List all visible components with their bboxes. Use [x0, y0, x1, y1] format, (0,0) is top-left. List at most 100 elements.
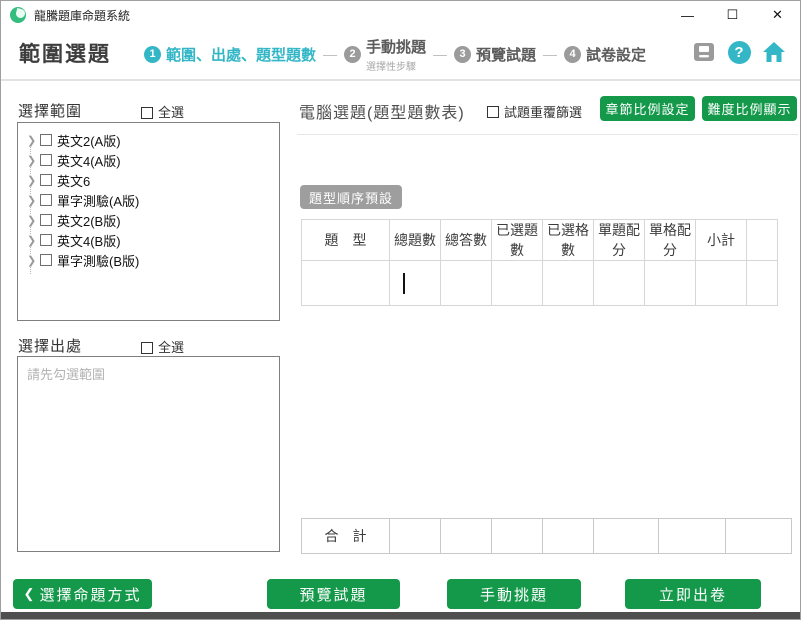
total-cell [659, 519, 726, 554]
step-2-sublabel: 選擇性步驟 [366, 58, 426, 73]
tree-item-label[interactable]: 英文2(A版) [57, 131, 121, 150]
tree-item-eng6[interactable]: ❯ 英文6 [18, 170, 279, 190]
total-answers-cell[interactable] [441, 261, 492, 306]
tree-item-eng4a[interactable]: ❯ 英文4(A版) [18, 150, 279, 170]
step-3-number: 3 [454, 46, 471, 63]
duplicate-filter-label: 試題重覆篩選 [504, 102, 582, 121]
blank-cell [747, 261, 778, 306]
table-header-row: 題 型 總題數 總答數 已選題數 已選格數 單題配分 單格配分 小計 [302, 220, 778, 261]
save-icon[interactable] [692, 40, 716, 64]
question-type-order-button[interactable]: 題型順序預設 [300, 185, 402, 209]
chevron-right-icon[interactable]: ❯ [27, 134, 40, 147]
tree-item-vocab-a[interactable]: ❯ 單字測驗(A版) [18, 190, 279, 210]
tree-item-label[interactable]: 英文6 [57, 171, 90, 190]
column-header-type: 題 型 [302, 220, 390, 261]
totals-table: 合 計 [301, 518, 792, 554]
step-separator: — [543, 46, 557, 62]
source-list-placeholder: 請先勾選範圍 [27, 364, 270, 383]
tree-item-eng2a[interactable]: ❯ 英文2(A版) [18, 130, 279, 150]
range-select-all-checkbox[interactable] [141, 107, 153, 119]
close-button[interactable]: ✕ [755, 1, 800, 29]
column-header-selected-questions: 已選題數 [492, 220, 543, 261]
tree-item-label[interactable]: 單字測驗(A版) [57, 191, 139, 210]
tree-item-label[interactable]: 英文4(A版) [57, 151, 121, 170]
tree-item-checkbox[interactable] [40, 234, 52, 246]
step-separator: — [433, 46, 447, 62]
window-bottom-edge [1, 612, 800, 619]
points-per-blank-cell[interactable] [645, 261, 696, 306]
tree-item-checkbox[interactable] [40, 214, 52, 226]
preview-questions-button[interactable]: 預覽試題 [267, 579, 400, 609]
tree-item-label[interactable]: 單字測驗(B版) [57, 251, 139, 270]
tree-item-checkbox[interactable] [40, 154, 52, 166]
tree-item-checkbox[interactable] [40, 174, 52, 186]
source-list[interactable]: 請先勾選範圍 [17, 356, 280, 552]
total-questions-cell[interactable] [390, 261, 441, 306]
column-header-subtotal: 小計 [696, 220, 747, 261]
home-icon[interactable] [762, 40, 786, 64]
back-button-label: 選擇命題方式 [39, 584, 141, 605]
step-separator: — [323, 46, 337, 62]
tree-item-eng4b[interactable]: ❯ 英文4(B版) [18, 230, 279, 250]
back-button[interactable]: ❮ 選擇命題方式 [13, 579, 152, 609]
total-cell [726, 519, 792, 554]
table-row [302, 261, 778, 306]
chevron-right-icon[interactable]: ❯ [27, 214, 40, 227]
minimize-button[interactable]: — [665, 1, 710, 29]
total-cell [594, 519, 659, 554]
tree-item-vocab-b[interactable]: ❯ 單字測驗(B版) [18, 250, 279, 270]
chapter-ratio-button[interactable]: 章節比例設定 [600, 96, 695, 121]
type-cell[interactable] [302, 261, 390, 306]
duplicate-filter-checkbox[interactable] [487, 106, 499, 118]
tree-item-checkbox[interactable] [40, 254, 52, 266]
step-3-preview[interactable]: 3 預覽試題 [454, 44, 536, 65]
source-section-title: 選擇出處 [18, 335, 82, 356]
duplicate-filter[interactable]: 試題重覆篩選 [487, 102, 582, 121]
step-4-paper-settings[interactable]: 4 試卷設定 [564, 44, 646, 65]
total-cell [492, 519, 543, 554]
tree-item-label[interactable]: 英文2(B版) [57, 211, 121, 230]
source-select-all[interactable]: 全選 [141, 337, 184, 357]
step-2-manual-pick[interactable]: 2 手動挑題 選擇性步驟 [344, 36, 426, 73]
chevron-left-icon: ❮ [24, 586, 35, 602]
step-4-label: 試卷設定 [586, 44, 646, 65]
generate-paper-button[interactable]: 立即出卷 [625, 579, 761, 609]
selected-questions-cell[interactable] [492, 261, 543, 306]
total-cell [441, 519, 492, 554]
help-icon[interactable]: ? [727, 40, 751, 64]
maximize-button[interactable]: ☐ [710, 1, 755, 29]
header-icons: ? [692, 40, 786, 64]
column-header-selected-blanks: 已選格數 [543, 220, 594, 261]
range-select-all[interactable]: 全選 [141, 102, 184, 122]
points-per-question-cell[interactable] [594, 261, 645, 306]
selected-blanks-cell[interactable] [543, 261, 594, 306]
window-controls: — ☐ ✕ [665, 1, 800, 29]
chevron-right-icon[interactable]: ❯ [27, 234, 40, 247]
total-cell [390, 519, 441, 554]
step-1-label: 範圍、出處、題型題數 [166, 44, 316, 65]
total-cell [543, 519, 594, 554]
chevron-right-icon[interactable]: ❯ [27, 174, 40, 187]
tree-item-label[interactable]: 英文4(B版) [57, 231, 121, 250]
right-panel-divider [297, 134, 798, 135]
computer-selection-heading: 電腦選題(題型題數表) [299, 99, 465, 123]
step-1-range[interactable]: 1 範圍、出處、題型題數 [144, 44, 316, 65]
total-row-label: 合 計 [302, 519, 390, 554]
column-header-points-per-blank: 單格配分 [645, 220, 696, 261]
title-bar: 龍騰題庫命題系統 — ☐ ✕ [1, 1, 800, 29]
subtotal-cell[interactable] [696, 261, 747, 306]
chevron-right-icon[interactable]: ❯ [27, 154, 40, 167]
chevron-right-icon[interactable]: ❯ [27, 254, 40, 267]
tree-item-eng2b[interactable]: ❯ 英文2(B版) [18, 210, 279, 230]
source-select-all-checkbox[interactable] [141, 342, 153, 354]
wizard-steps: 1 範圍、出處、題型題數 — 2 手動挑題 選擇性步驟 — 3 預覽試題 — 4… [144, 29, 646, 79]
difficulty-ratio-button[interactable]: 難度比例顯示 [702, 96, 797, 121]
manual-pick-button[interactable]: 手動挑題 [447, 579, 581, 609]
app-logo-icon [10, 7, 26, 23]
tree-item-checkbox[interactable] [40, 134, 52, 146]
column-header-blank [747, 220, 778, 261]
window-title: 龍騰題庫命題系統 [34, 7, 130, 24]
tree-item-checkbox[interactable] [40, 194, 52, 206]
chevron-right-icon[interactable]: ❯ [27, 194, 40, 207]
range-section-title: 選擇範圍 [18, 100, 82, 121]
